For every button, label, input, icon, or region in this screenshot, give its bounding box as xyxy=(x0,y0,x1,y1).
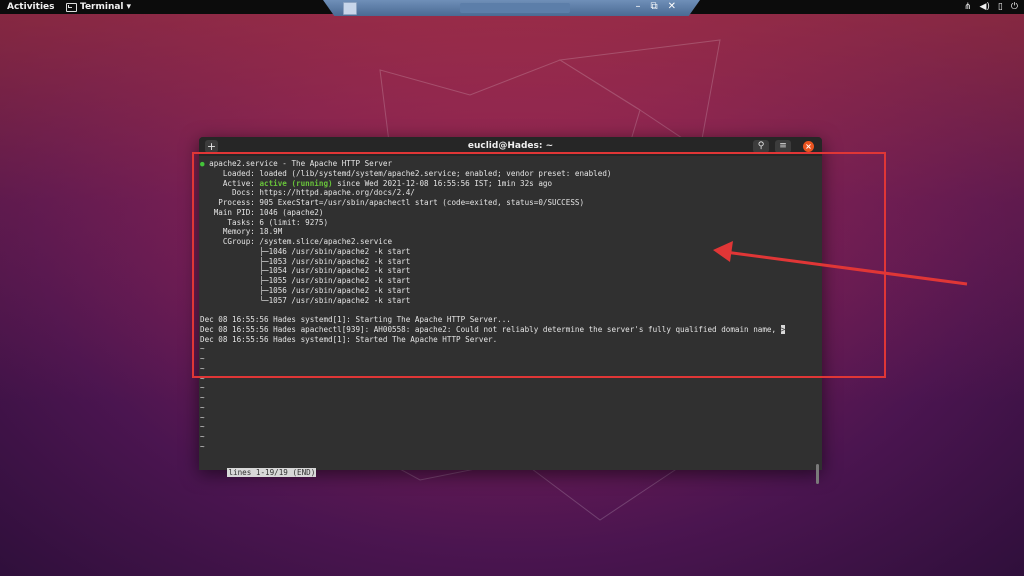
active-status-value: active (running) xyxy=(259,178,333,188)
service-status-dot-icon: ● xyxy=(200,159,210,168)
service-header-line: ● apache2.service - The Apache HTTP Serv… xyxy=(200,159,392,169)
pin-icon[interactable] xyxy=(343,2,357,15)
power-icon[interactable]: ⏻ xyxy=(1011,0,1018,14)
active-status-line: Active: active (running) since Wed 2021-… xyxy=(200,179,552,189)
output-line: ├─1054 /usr/sbin/apache2 -k start xyxy=(200,266,411,276)
active-label: Active: xyxy=(200,178,260,188)
terminal-titlebar[interactable]: euclid@Hades: ~ + ⚲ ≡ × xyxy=(199,137,822,156)
pager-empty-line: ~ xyxy=(200,402,205,412)
system-tray[interactable]: ⋔ ◀) ▯ ⏻ xyxy=(964,0,1018,14)
output-line: Tasks: 6 (limit: 9275) xyxy=(200,217,329,227)
minimize-icon[interactable]: – xyxy=(635,1,640,12)
close-icon: × xyxy=(805,142,812,151)
truncation-cursor: > xyxy=(780,324,786,334)
terminal-output[interactable]: lines 1-19/19 (END) ● apache2.service - … xyxy=(199,156,822,484)
network-icon[interactable]: ⋔ xyxy=(964,0,972,14)
hamburger-icon: ≡ xyxy=(779,141,787,151)
pager-empty-line: ~ xyxy=(200,344,205,354)
output-line: Memory: 18.9M xyxy=(200,227,283,237)
close-window-button[interactable]: × xyxy=(803,141,814,152)
log-line-text: Dec 08 16:55:56 Hades apachectl[939]: AH… xyxy=(200,324,781,334)
output-line: Docs: https://httpd.apache.org/docs/2.4/ xyxy=(200,188,415,198)
pager-empty-line: ~ xyxy=(200,354,205,363)
close-icon[interactable]: ✕ xyxy=(668,1,676,12)
service-header-text: apache2.service - The Apache HTTP Server xyxy=(209,159,393,168)
pager-empty-line: ~ xyxy=(200,432,205,441)
output-line: CGroup: /system.slice/apache2.service xyxy=(200,237,393,246)
output-line: Main PID: 1046 (apache2) xyxy=(200,207,324,217)
active-since-text: since Wed 2021-12-08 16:55:56 IST; 1min … xyxy=(332,178,553,188)
app-menu-terminal[interactable]: Terminal ▾ xyxy=(66,0,131,14)
pager-empty-line: ~ xyxy=(200,441,205,451)
terminal-icon xyxy=(66,2,77,12)
hamburger-menu-button[interactable]: ≡ xyxy=(775,140,791,153)
restore-icon[interactable]: ⧉ xyxy=(650,1,657,12)
vm-toolbar: – ⧉ ✕ xyxy=(323,0,700,16)
vm-title-bar xyxy=(460,3,570,13)
pager-empty-line: ~ xyxy=(200,422,205,432)
output-line: ├─1053 /usr/sbin/apache2 -k start xyxy=(200,256,411,266)
output-line: Dec 08 16:55:56 Hades systemd[1]: Starte… xyxy=(200,334,498,344)
volume-icon[interactable]: ◀) xyxy=(979,0,989,14)
output-line: Dec 08 16:55:56 Hades systemd[1]: Starti… xyxy=(200,315,511,324)
pager-empty-line: ~ xyxy=(200,363,205,373)
pager-empty-line: ~ xyxy=(200,373,205,383)
output-line: Process: 905 ExecStart=/usr/sbin/apachec… xyxy=(200,198,585,207)
app-menu-label: Terminal xyxy=(80,2,124,12)
window-title: euclid@Hades: ~ xyxy=(467,141,554,151)
activities-button[interactable]: Activities xyxy=(7,0,55,14)
log-line: Dec 08 16:55:56 Hades apachectl[939]: AH… xyxy=(200,324,786,335)
chevron-down-icon: ▾ xyxy=(126,2,132,12)
pager-empty-line: ~ xyxy=(200,383,205,393)
pager-empty-line: ~ xyxy=(200,393,205,402)
vm-window-controls: – ⧉ ✕ xyxy=(635,1,676,12)
pager-empty-line: ~ xyxy=(200,412,205,422)
battery-icon[interactable]: ▯ xyxy=(998,0,1003,14)
pager-status-line: lines 1-19/19 (END) xyxy=(200,458,317,477)
terminal-window[interactable]: euclid@Hades: ~ + ⚲ ≡ × lines 1-19/19 (E… xyxy=(199,137,822,484)
search-button[interactable]: ⚲ xyxy=(753,140,769,153)
search-icon: ⚲ xyxy=(757,141,765,151)
output-line: ├─1055 /usr/sbin/apache2 -k start xyxy=(200,276,411,285)
output-line: ├─1046 /usr/sbin/apache2 -k start xyxy=(200,246,411,256)
new-tab-button[interactable]: + xyxy=(205,140,218,153)
terminal-scrollbar[interactable] xyxy=(816,464,819,484)
output-line: ├─1056 /usr/sbin/apache2 -k start xyxy=(200,285,411,295)
status-line-text: lines 1-19/19 (END) xyxy=(227,468,317,477)
output-line: Loaded: loaded (/lib/systemd/system/apac… xyxy=(200,168,612,178)
plus-icon: + xyxy=(206,140,217,153)
output-line: └─1057 /usr/sbin/apache2 -k start xyxy=(200,295,411,305)
